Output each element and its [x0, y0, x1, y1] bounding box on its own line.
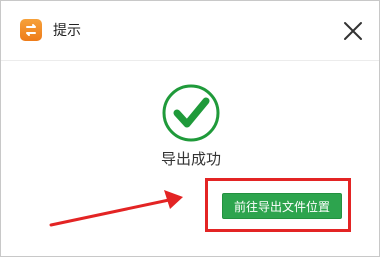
- dialog-title: 提示: [53, 23, 81, 39]
- success-check-icon: [161, 83, 221, 143]
- export-success-dialog: 提示 导出成功 前往导出文件位置: [0, 0, 380, 257]
- success-message: 导出成功: [160, 150, 221, 168]
- close-icon[interactable]: [341, 19, 365, 43]
- dialog-titlebar: 提示: [1, 1, 379, 61]
- open-export-location-button[interactable]: 前往导出文件位置: [222, 193, 342, 219]
- app-logo-icon: [20, 19, 42, 41]
